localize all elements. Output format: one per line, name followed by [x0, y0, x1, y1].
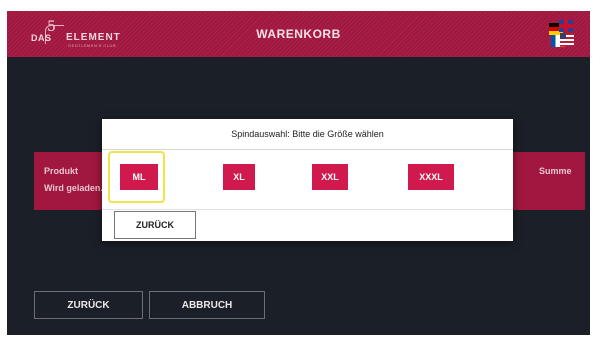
size-xxxl-button[interactable]: XXXL [408, 164, 454, 190]
size-ml-button[interactable]: ML [120, 164, 158, 190]
size-selection-dialog: Spindauswahl: Bitte die Größe wählen ML … [102, 119, 513, 241]
size-xxl-button[interactable]: XXL [312, 164, 348, 190]
cancel-button[interactable]: ABBRUCH [149, 291, 265, 319]
language-flags-icon[interactable] [549, 20, 574, 48]
flag-us-icon [560, 33, 574, 46]
size-xl-button[interactable]: XL [223, 164, 255, 190]
column-product-label: Produkt [44, 166, 79, 176]
app-screen: DAS 5 ELEMENT GENTLEMEN'S CLUB WARENKORB… [7, 11, 590, 335]
page-title: WARENKORB [256, 27, 341, 41]
dialog-divider [102, 209, 513, 210]
logo-tagline: GENTLEMEN'S CLUB [68, 43, 117, 48]
back-button[interactable]: ZURÜCK [34, 291, 143, 319]
header-bar: DAS 5 ELEMENT GENTLEMEN'S CLUB WARENKORB [7, 11, 590, 57]
flag-uk-icon [559, 20, 573, 32]
loading-text: Wird geladen. [44, 183, 103, 193]
column-sum-label: Summe [539, 166, 572, 176]
dialog-back-button[interactable]: ZURÜCK [114, 211, 196, 239]
dialog-title: Spindauswahl: Bitte die Größe wählen [102, 119, 513, 150]
